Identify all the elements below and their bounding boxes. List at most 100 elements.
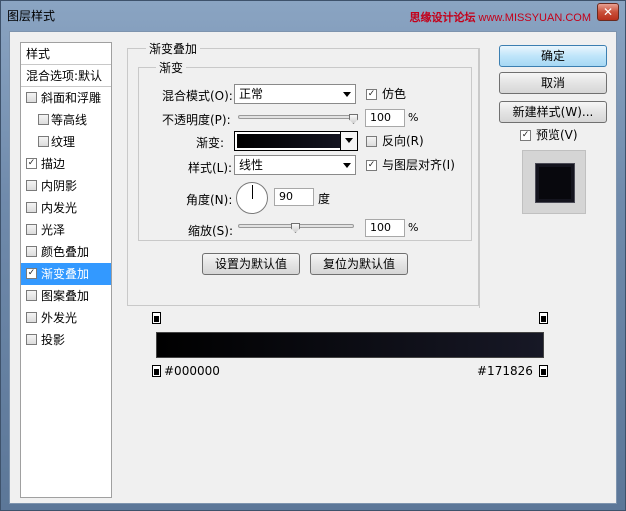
gradient-dropdown-icon[interactable] — [340, 131, 358, 151]
angle-label: 角度(N): — [186, 193, 233, 207]
style-item[interactable]: 内发光 — [21, 197, 111, 219]
align-check-icon: ✓ — [366, 160, 377, 171]
opacity-input[interactable]: 100 — [365, 109, 405, 127]
reverse-checkbox[interactable]: 反向(R) — [366, 135, 424, 149]
style-item-label: 斜面和浮雕 — [41, 91, 102, 105]
gradient-preview-fill — [237, 134, 355, 148]
color-stop-right[interactable] — [539, 365, 548, 377]
angle-input[interactable]: 90 — [274, 188, 314, 206]
unchecked-box-icon[interactable] — [26, 290, 37, 301]
ok-button[interactable]: 确定 — [499, 45, 607, 67]
gradient-editor-bar[interactable] — [156, 332, 544, 358]
style-item-label: 内发光 — [41, 201, 78, 215]
style-item-label: 图案叠加 — [41, 289, 90, 303]
style-item[interactable]: 等高线 — [21, 109, 111, 131]
new-style-button[interactable]: 新建样式(W)... — [499, 101, 607, 123]
style-item-label: 外发光 — [41, 311, 78, 325]
style-item-label: 描边 — [41, 157, 66, 171]
blend-mode-value: 正常 — [239, 87, 264, 101]
style-list: 样式 混合选项:默认 斜面和浮雕等高线纹理 ✓ 描边内阴影内发光光泽颜色叠加 ✓ 渐变叠… — [20, 42, 112, 498]
scale-input[interactable]: 100 — [365, 219, 405, 237]
dialog-client-area: 样式 混合选项:默认 斜面和浮雕等高线纹理 ✓ 描边内阴影内发光光泽颜色叠加 ✓ 渐变叠… — [9, 31, 617, 504]
align-with-layer-checkbox[interactable]: ✓ 与图层对齐(I) — [366, 159, 455, 173]
unchecked-box-icon[interactable] — [26, 202, 37, 213]
style-item[interactable]: 内阴影 — [21, 175, 111, 197]
reverse-check-box — [366, 136, 377, 147]
unchecked-box-icon[interactable] — [38, 136, 49, 147]
style-list-header[interactable]: 样式 — [21, 43, 111, 65]
left-color-hex: #000000 — [164, 364, 220, 378]
style-item-label: 纹理 — [51, 135, 76, 149]
dither-checkbox[interactable]: ✓ 仿色 — [366, 88, 406, 102]
style-value: 线性 — [239, 158, 264, 172]
style-item[interactable]: 外发光 — [21, 307, 111, 329]
scale-label: 缩放(S): — [188, 224, 234, 238]
checked-box-icon[interactable]: ✓ — [26, 268, 37, 279]
dither-label: 仿色 — [382, 87, 407, 101]
scale-unit: % — [408, 221, 419, 234]
close-button[interactable]: ✕ — [597, 3, 619, 21]
unchecked-box-icon[interactable] — [26, 92, 37, 103]
layer-style-dialog: 图层样式 思缘设计论坛 www.MISSYUAN.COM ✕ 样式 混合选项:默… — [0, 0, 626, 511]
watermark-text: 思缘设计论坛 — [409, 12, 476, 24]
close-icon: ✕ — [602, 5, 614, 19]
unchecked-box-icon[interactable] — [26, 180, 37, 191]
preview-checkbox[interactable]: ✓ 预览(V) — [520, 129, 578, 143]
unchecked-box-icon[interactable] — [26, 224, 37, 235]
style-item[interactable]: 图案叠加 — [21, 285, 111, 307]
style-item[interactable]: 光泽 — [21, 219, 111, 241]
gradient-picker[interactable] — [234, 131, 358, 151]
dither-check-icon: ✓ — [366, 89, 377, 100]
watermark: 思缘设计论坛 www.MISSYUAN.COM — [409, 9, 591, 25]
blend-mode-select[interactable]: 正常 — [234, 84, 356, 104]
chevron-down-icon — [343, 92, 351, 97]
unchecked-box-icon[interactable] — [38, 114, 49, 125]
opacity-stop-right[interactable] — [539, 312, 548, 324]
opacity-stop-left[interactable] — [152, 312, 161, 324]
style-label: 样式(L): — [188, 161, 233, 175]
angle-unit: 度 — [318, 192, 331, 206]
group-divider — [479, 48, 480, 308]
opacity-slider-track[interactable] — [238, 115, 354, 119]
style-item[interactable]: ✓ 渐变叠加 — [21, 263, 111, 285]
style-item[interactable]: 投影 — [21, 329, 111, 351]
checked-box-icon[interactable]: ✓ — [26, 158, 37, 169]
opacity-label: 不透明度(P): — [162, 113, 231, 127]
style-item-label: 投影 — [41, 333, 66, 347]
style-item[interactable]: ✓ 描边 — [21, 153, 111, 175]
unchecked-box-icon[interactable] — [26, 312, 37, 323]
set-default-button[interactable]: 设置为默认值 — [202, 253, 300, 275]
reset-default-button[interactable]: 复位为默认值 — [310, 253, 408, 275]
align-with-layer-label: 与图层对齐(I) — [382, 158, 455, 172]
preview-label: 预览(V) — [536, 128, 578, 142]
style-item[interactable]: 颜色叠加 — [21, 241, 111, 263]
color-stop-left[interactable] — [152, 365, 161, 377]
blend-options-item[interactable]: 混合选项:默认 — [21, 65, 111, 87]
gradient-overlay-title: 渐变叠加 — [146, 40, 201, 57]
right-color-hex: #171826 — [477, 364, 533, 378]
style-item-label: 光泽 — [41, 223, 66, 237]
gradient-label: 渐变: — [196, 136, 225, 150]
style-item-label: 渐变叠加 — [41, 267, 90, 281]
style-preview — [522, 150, 586, 214]
blend-mode-label: 混合模式(O): — [162, 89, 233, 103]
angle-needle — [252, 185, 253, 199]
title-bar[interactable]: 图层样式 思缘设计论坛 www.MISSYUAN.COM ✕ — [1, 1, 625, 31]
unchecked-box-icon[interactable] — [26, 334, 37, 345]
angle-dial[interactable] — [236, 182, 268, 214]
style-item[interactable]: 纹理 — [21, 131, 111, 153]
opacity-unit: % — [408, 111, 419, 124]
unchecked-box-icon[interactable] — [26, 246, 37, 257]
gradient-inner-title: 渐变 — [156, 59, 187, 76]
style-item-label: 内阴影 — [41, 179, 78, 193]
window-title: 图层样式 — [7, 9, 56, 23]
style-select[interactable]: 线性 — [234, 155, 356, 175]
style-item[interactable]: 斜面和浮雕 — [21, 87, 111, 109]
style-item-label: 等高线 — [51, 113, 88, 127]
preview-check-icon: ✓ — [520, 130, 531, 141]
cancel-button[interactable]: 取消 — [499, 72, 607, 94]
reverse-label: 反向(R) — [382, 134, 424, 148]
preview-swatch — [536, 164, 574, 202]
watermark-domain: www.MISSYUAN.COM — [478, 12, 591, 24]
chevron-down-icon — [343, 163, 351, 168]
